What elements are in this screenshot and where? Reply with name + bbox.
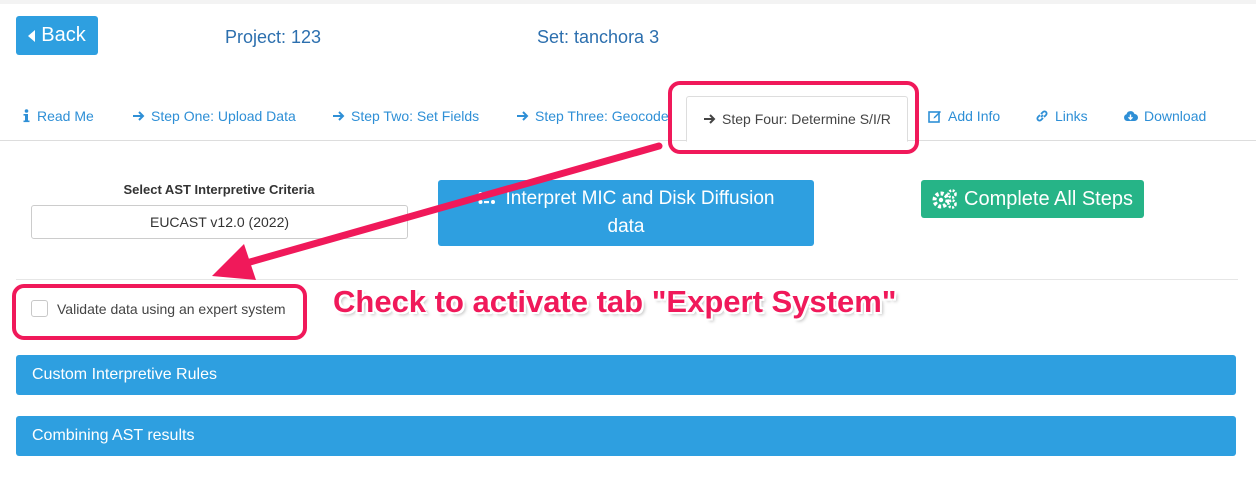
annotation-text: Check to activate tab "Expert System": [333, 284, 897, 319]
annotation-arrow-icon: [212, 142, 663, 280]
